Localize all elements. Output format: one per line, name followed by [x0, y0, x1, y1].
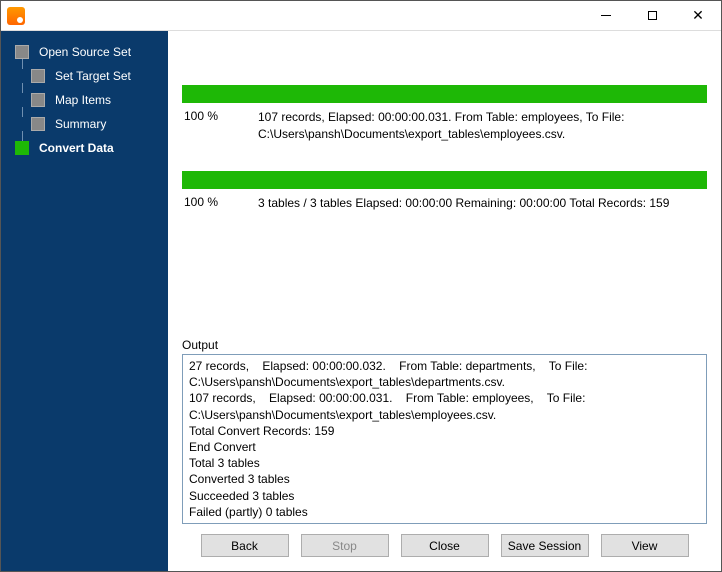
- nav-label: Summary: [55, 117, 106, 131]
- nav-label: Convert Data: [39, 141, 114, 155]
- task-progress-text: 107 records, Elapsed: 00:00:00.031. From…: [258, 109, 705, 143]
- maximize-button[interactable]: [629, 1, 675, 31]
- step-icon: [15, 45, 29, 59]
- nav-open-source-set[interactable]: Open Source Set: [1, 45, 168, 59]
- app-icon: [7, 7, 25, 25]
- window-controls: ✕: [583, 1, 721, 31]
- content-pane: 100 % 107 records, Elapsed: 00:00:00.031…: [168, 31, 721, 571]
- nav-convert-data[interactable]: Convert Data: [1, 141, 168, 155]
- step-icon: [31, 117, 45, 131]
- step-icon-active: [15, 141, 29, 155]
- step-icon: [31, 93, 45, 107]
- button-row: Back Stop Close Save Session View: [182, 524, 707, 561]
- task-progress-percent: 100 %: [184, 109, 258, 123]
- overall-progress-text: 3 tables / 3 tables Elapsed: 00:00:00 Re…: [258, 195, 705, 212]
- close-button[interactable]: Close: [401, 534, 489, 557]
- stop-button: Stop: [301, 534, 389, 557]
- step-icon: [31, 69, 45, 83]
- nav-map-items[interactable]: Map Items: [1, 93, 168, 107]
- close-window-button[interactable]: ✕: [675, 1, 721, 31]
- nav-label: Map Items: [55, 93, 111, 107]
- nav-label: Open Source Set: [39, 45, 131, 59]
- titlebar: ✕: [1, 1, 721, 31]
- output-text: 27 records, Elapsed: 00:00:00.032. From …: [189, 359, 591, 519]
- overall-progress-percent: 100 %: [184, 195, 258, 209]
- back-button[interactable]: Back: [201, 534, 289, 557]
- output-textarea[interactable]: 27 records, Elapsed: 00:00:00.032. From …: [182, 354, 707, 524]
- overall-progress-bar: [182, 171, 707, 189]
- view-button[interactable]: View: [601, 534, 689, 557]
- output-label: Output: [182, 338, 707, 352]
- minimize-button[interactable]: [583, 1, 629, 31]
- nav-summary[interactable]: Summary: [1, 117, 168, 131]
- nav-label: Set Target Set: [55, 69, 131, 83]
- save-session-button[interactable]: Save Session: [501, 534, 589, 557]
- task-progress-bar: [182, 85, 707, 103]
- nav-set-target-set[interactable]: Set Target Set: [1, 69, 168, 83]
- wizard-sidebar: Open Source Set Set Target Set Map Items…: [1, 31, 168, 571]
